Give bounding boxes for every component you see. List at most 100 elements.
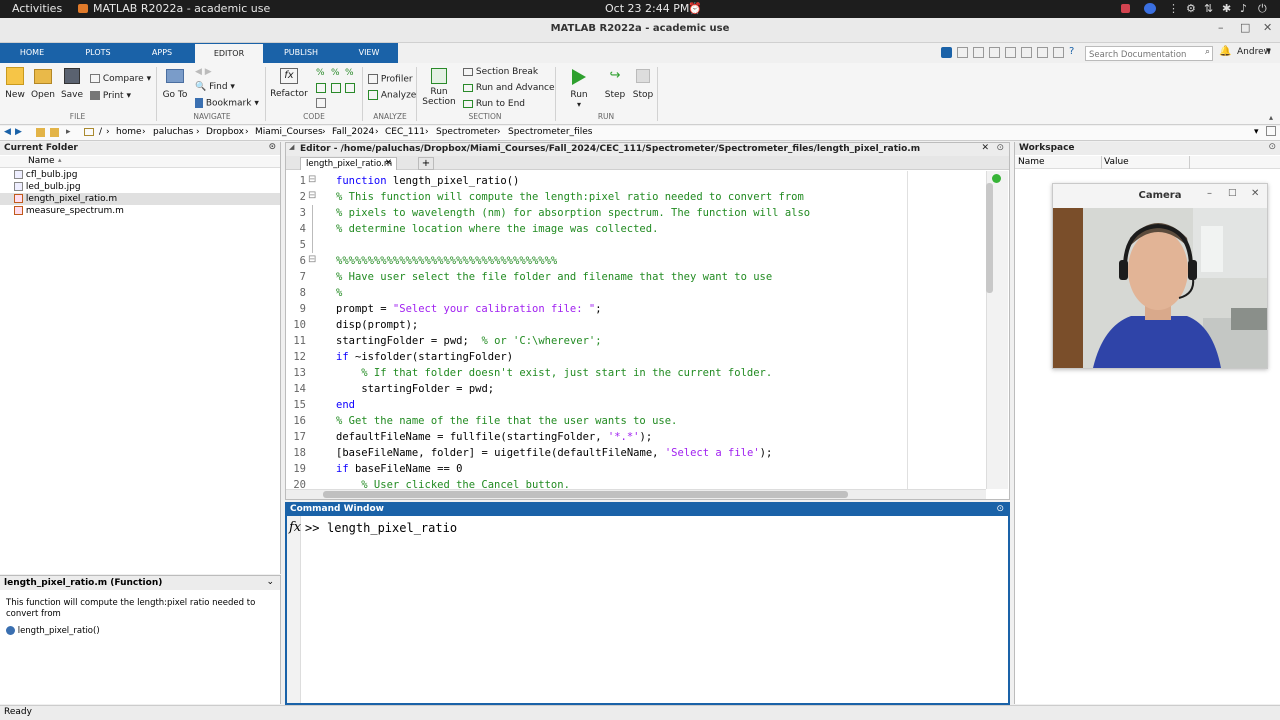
search-folder-icon[interactable]: [1266, 126, 1276, 136]
app-menu[interactable]: MATLAB R2022a - academic use: [93, 2, 270, 15]
list-item[interactable]: cfl_bulb.jpg: [14, 169, 77, 181]
chevron-down-icon[interactable]: ▾: [1266, 46, 1271, 56]
new-button[interactable]: New: [3, 67, 27, 100]
close-icon[interactable]: ✕: [1251, 188, 1259, 199]
code-line[interactable]: defaultFileName = fullfile(startingFolde…: [336, 429, 652, 445]
tab-apps[interactable]: APPS: [133, 43, 191, 63]
compare-button[interactable]: Compare ▾: [90, 74, 151, 84]
fold-toggle-icon[interactable]: ⊟: [308, 190, 316, 201]
save-button[interactable]: Save: [60, 67, 84, 100]
code-line[interactable]: % If that folder doesn't exist, just sta…: [336, 365, 772, 381]
profiler-button[interactable]: Profiler: [368, 74, 413, 85]
redo-quick-icon[interactable]: [1021, 47, 1032, 58]
horizontal-scrollbar[interactable]: [286, 489, 986, 499]
code-line[interactable]: % pixels to wavelength (nm) for absorpti…: [336, 205, 810, 221]
code-line[interactable]: disp(prompt);: [336, 317, 418, 333]
undo-quick-icon[interactable]: [1005, 47, 1016, 58]
breadcrumb-item[interactable]: Miami_Courses: [255, 127, 323, 137]
function-browser-icon[interactable]: fx: [289, 520, 301, 535]
forward-icon[interactable]: ▶: [15, 127, 22, 137]
code-line[interactable]: % determine location where the image was…: [336, 221, 658, 237]
notification-bell-icon[interactable]: 🔔: [1219, 46, 1231, 57]
layout-icon[interactable]: [1053, 47, 1064, 58]
network-icon[interactable]: ⇅: [1204, 2, 1213, 15]
maximize-icon[interactable]: □: [1240, 21, 1250, 34]
settings-icon[interactable]: ⚙: [1186, 2, 1196, 15]
history-icon[interactable]: ▸: [66, 127, 71, 137]
editor-menu-icon[interactable]: ⊙: [996, 143, 1004, 153]
activities-button[interactable]: Activities: [12, 2, 62, 15]
code-line[interactable]: % Have user select the file folder and f…: [336, 269, 772, 285]
back-forward-icons[interactable]: ◀ ▶: [195, 67, 212, 77]
code-line[interactable]: %: [336, 285, 342, 301]
value-column-header[interactable]: Value: [1104, 157, 1129, 167]
code-line[interactable]: if baseFileName == 0: [336, 461, 462, 477]
command-window[interactable]: Command Window ⊙ fx >> length_pixel_ratio: [285, 502, 1010, 705]
fold-toggle-icon[interactable]: ⊟: [308, 174, 316, 185]
section-break-button[interactable]: Section Break: [463, 67, 538, 77]
breadcrumb-item[interactable]: Spectrometer_files: [508, 127, 592, 137]
breadcrumb-root[interactable]: /: [99, 127, 102, 137]
stop-button[interactable]: Stop: [631, 67, 655, 100]
goto-button[interactable]: Go To: [162, 67, 188, 100]
clock[interactable]: Oct 23 2:44 PM: [605, 2, 689, 15]
wrap-comments-icon[interactable]: %: [345, 68, 354, 78]
smart-indent-icon[interactable]: [316, 83, 326, 93]
accessibility-icon[interactable]: ✱: [1222, 2, 1231, 15]
editor-collapse-icon[interactable]: ◢: [289, 143, 294, 151]
up-folder-icon[interactable]: [36, 128, 45, 137]
editor-tab-length-pixel-ratio[interactable]: length_pixel_ratio.m ✕: [300, 157, 397, 170]
code-line[interactable]: startingFolder = pwd; % or 'C:\wherever'…: [336, 333, 602, 349]
minimize-icon[interactable]: –: [1218, 21, 1224, 34]
paste-quick-icon[interactable]: [989, 47, 1000, 58]
copy-quick-icon[interactable]: [973, 47, 984, 58]
code-line[interactable]: function length_pixel_ratio(): [336, 173, 519, 189]
code-more-icon[interactable]: [316, 98, 326, 108]
code-area[interactable]: 1 ⊟ function length_pixel_ratio() 2 ⊟% This …: [286, 171, 986, 491]
code-line[interactable]: prompt = "Select your calibration file: …: [336, 301, 602, 317]
tray-app-icon[interactable]: [1121, 4, 1130, 13]
search-input[interactable]: [1086, 48, 1196, 62]
close-editor-icon[interactable]: ✕: [981, 143, 989, 153]
step-button[interactable]: ↪ Step: [602, 67, 628, 101]
address-dropdown-icon[interactable]: ▾: [1254, 127, 1259, 137]
chevron-down-icon[interactable]: ⌄: [266, 577, 274, 587]
switch-windows-icon[interactable]: [1037, 47, 1048, 58]
breadcrumb-item[interactable]: Dropbox: [206, 127, 244, 137]
command-input[interactable]: length_pixel_ratio: [327, 521, 457, 535]
tray-menu-icon[interactable]: ⋮: [1168, 2, 1179, 15]
run-and-advance-button[interactable]: Run and Advance: [463, 83, 555, 93]
list-item[interactable]: led_bulb.jpg: [14, 181, 81, 193]
run-to-end-button[interactable]: Run to End: [463, 99, 525, 109]
code-line[interactable]: % Get the name of the file that the user…: [336, 413, 677, 429]
fold-toggle-icon[interactable]: ⊟: [308, 254, 316, 265]
back-icon[interactable]: ◀: [4, 127, 11, 137]
minimize-icon[interactable]: –: [1207, 188, 1212, 199]
close-icon[interactable]: ✕: [1263, 21, 1272, 34]
comment-icon[interactable]: %: [316, 68, 325, 78]
power-icon[interactable]: ⏻: [1258, 2, 1267, 16]
analyze-button[interactable]: Analyze: [368, 90, 416, 101]
panel-menu-icon[interactable]: ⊙: [268, 142, 276, 152]
collapse-ribbon-icon[interactable]: ▴: [1269, 113, 1273, 122]
browse-folder-icon[interactable]: [50, 128, 59, 137]
print-button[interactable]: Print ▾: [90, 91, 131, 101]
tab-publish[interactable]: PUBLISH: [265, 43, 337, 63]
name-column-header[interactable]: Name: [1018, 157, 1045, 167]
command-window-menu-icon[interactable]: ⊙: [996, 504, 1004, 514]
breadcrumb-item[interactable]: Fall_2024: [332, 127, 374, 137]
tab-view[interactable]: VIEW: [340, 43, 398, 63]
new-tab-button[interactable]: +: [418, 157, 434, 170]
code-line[interactable]: %%%%%%%%%%%%%%%%%%%%%%%%%%%%%%%%%%%: [336, 253, 557, 269]
list-item[interactable]: measure_spectrum.m: [14, 205, 124, 217]
code-line[interactable]: % This function will compute the length:…: [336, 189, 804, 205]
refactor-button[interactable]: fx Refactor: [270, 67, 308, 99]
breadcrumb-item[interactable]: Spectrometer: [436, 127, 498, 137]
code-line[interactable]: end: [336, 397, 355, 413]
run-button[interactable]: Run ▾: [566, 67, 592, 109]
code-analyzer-ok-icon[interactable]: [992, 174, 1001, 183]
maximize-icon[interactable]: □: [1228, 188, 1237, 198]
save-quick-icon[interactable]: [941, 47, 952, 58]
code-line[interactable]: [baseFileName, folder] = uigetfile(defau…: [336, 445, 772, 461]
tab-plots[interactable]: PLOTS: [68, 43, 128, 63]
